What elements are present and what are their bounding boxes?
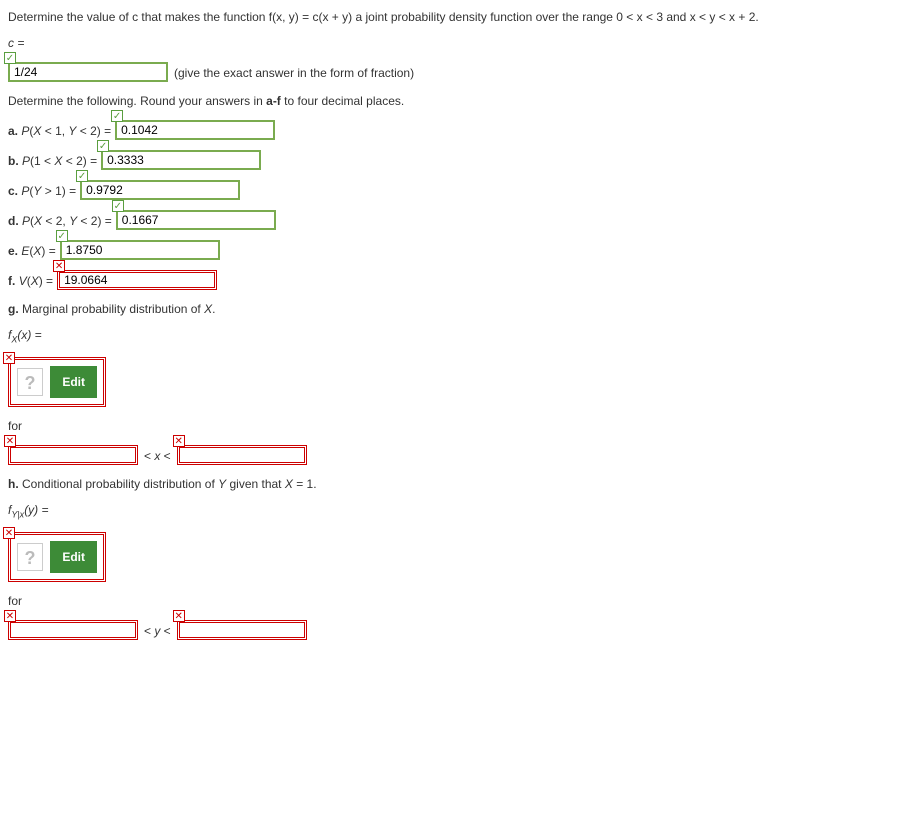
part-h-lower-input[interactable] [8,620,138,640]
cross-icon: ✕ [173,435,185,447]
part-g-lower-wrapper: ✕ [8,445,138,465]
edit-button[interactable]: Edit [50,541,97,573]
part-d-label: d. P(X < 2, Y < 2) = [8,212,112,230]
cross-icon: ✕ [173,610,185,622]
part-b-input[interactable] [101,150,261,170]
cross-icon: ✕ [53,260,65,272]
part-d-input[interactable] [116,210,276,230]
part-c-input[interactable] [80,180,240,200]
part-h-upper-wrapper: ✕ [177,620,307,640]
check-icon: ✓ [97,140,109,152]
check-icon: ✓ [111,110,123,122]
part-a-wrapper: ✓ [115,120,275,140]
part-h-upper-input[interactable] [177,620,307,640]
part-e-label: e. E(X) = [8,242,56,260]
cross-icon: ✕ [3,527,15,539]
check-icon: ✓ [56,230,68,242]
part-f-label: f. V(X) = [8,272,53,290]
part-d-wrapper: ✓ [116,210,276,230]
part-e-input[interactable] [60,240,220,260]
part-e-wrapper: ✓ [60,240,220,260]
question-icon: ? [17,368,43,396]
determine-text: Determine the following. Round your answ… [8,92,898,110]
part-b-label: b. P(1 < X < 2) = [8,152,97,170]
edit-button[interactable]: Edit [50,366,97,398]
part-h-lower-wrapper: ✕ [8,620,138,640]
part-g-for: for [8,417,898,435]
part-g-lower-input[interactable] [8,445,138,465]
part-g-upper-wrapper: ✕ [177,445,307,465]
c-input[interactable] [8,62,168,82]
part-f-wrapper: ✕ [57,270,217,290]
part-h-expression: ✕ ? Edit [8,532,106,582]
check-icon: ✓ [4,52,16,64]
cross-icon: ✕ [4,610,16,622]
c-equals-label: c = [8,34,898,52]
part-g-label: g. Marginal probability distribution of … [8,300,898,318]
part-g-range-text: < x < [144,447,171,465]
cross-icon: ✕ [4,435,16,447]
part-c-label: c. P(Y > 1) = [8,182,76,200]
part-c-wrapper: ✓ [80,180,240,200]
part-h-range-text: < y < [144,622,171,640]
part-h-func: fY|x(y) = [8,501,898,522]
question-intro: Determine the value of c that makes the … [8,8,898,26]
part-g-func: fX(x) = [8,326,898,347]
part-a-label: a. P(X < 1, Y < 2) = [8,122,111,140]
part-h-label: h. Conditional probability distribution … [8,475,898,493]
check-icon: ✓ [76,170,88,182]
cross-icon: ✕ [3,352,15,364]
question-icon: ? [17,543,43,571]
part-g-expression: ✕ ? Edit [8,357,106,407]
part-a-input[interactable] [115,120,275,140]
c-hint: (give the exact answer in the form of fr… [174,64,414,82]
c-input-wrapper: ✓ [8,62,168,82]
part-g-upper-input[interactable] [177,445,307,465]
part-f-input[interactable] [57,270,217,290]
check-icon: ✓ [112,200,124,212]
part-b-wrapper: ✓ [101,150,261,170]
part-h-for: for [8,592,898,610]
